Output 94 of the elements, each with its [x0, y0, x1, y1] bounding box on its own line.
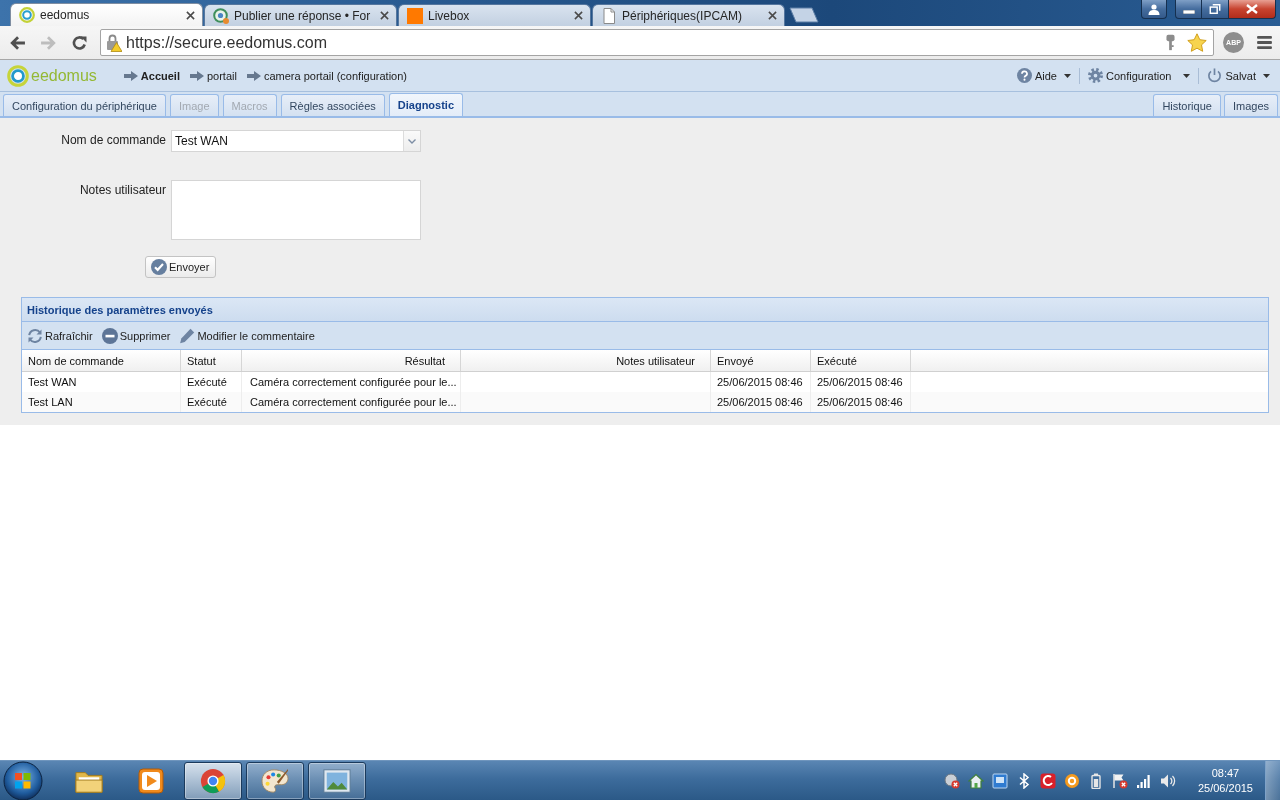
restore-icon	[1209, 4, 1221, 14]
clock-date[interactable]: 25/06/2015	[1197, 780, 1253, 796]
tab[interactable]: Historique	[1153, 94, 1221, 116]
menu-icon[interactable]	[1257, 36, 1272, 49]
caret-icon	[1064, 73, 1071, 78]
notes-field[interactable]	[171, 180, 421, 240]
taskbar-app-button[interactable]	[246, 761, 304, 800]
breadcrumb-link[interactable]: portail	[206, 69, 237, 82]
play-icon	[137, 767, 165, 794]
taskbar-app-button[interactable]	[184, 761, 242, 800]
menu-button[interactable]: Salvat	[1207, 68, 1270, 83]
check-icon	[151, 259, 167, 275]
close-icon[interactable]	[380, 11, 389, 20]
arrow-icon	[246, 70, 261, 81]
help-icon	[1016, 68, 1032, 83]
reload-icon[interactable]	[71, 34, 88, 51]
x-badge-icon[interactable]	[943, 772, 960, 789]
toolbar-button[interactable]: Modifier le commentaire	[179, 327, 315, 344]
table-cell: 25/06/2015 08:46	[811, 392, 911, 412]
square-icon	[407, 7, 423, 24]
close-icon[interactable]	[186, 10, 195, 20]
refresh-icon	[27, 327, 43, 344]
pencil-icon	[179, 327, 196, 344]
logo-wordmark: eedomus	[31, 66, 97, 85]
breadcrumb-link[interactable]: Accueil	[140, 69, 180, 82]
chevron-icon	[408, 138, 416, 144]
column-header[interactable]: Nom de commande	[22, 350, 181, 371]
address-bar[interactable]: https://secure.eedomus.com	[100, 29, 1214, 56]
key-icon[interactable]	[1166, 34, 1175, 51]
table-cell: Test LAN	[22, 392, 181, 412]
flag-icon[interactable]	[1111, 772, 1128, 789]
signal-icon[interactable]	[1135, 772, 1152, 789]
ring-badge-icon	[213, 7, 229, 24]
settings-icon	[1088, 68, 1103, 83]
arrow-icon	[123, 70, 138, 81]
column-header[interactable]: Notes utilisateur	[461, 350, 711, 371]
close-icon	[1246, 4, 1258, 14]
palette-icon	[261, 767, 289, 794]
toolbar-button[interactable]: Supprimer	[101, 327, 171, 344]
star-icon[interactable]	[1187, 33, 1207, 52]
arrow-icon	[189, 70, 204, 81]
table-row[interactable]: Test LAN Exécuté Caméra correctement configurée pour le... 25/06/2015 08:46 25/06/2015 08:46	[22, 392, 1268, 412]
command-select[interactable]: Test WAN	[171, 130, 421, 152]
browser-tab[interactable]: Publier une réponse • For	[204, 4, 397, 26]
browser-icon	[199, 767, 227, 794]
tab[interactable]: Configuration du périphérique	[3, 94, 166, 116]
close-icon[interactable]	[768, 11, 777, 20]
screen-icon[interactable]	[991, 772, 1008, 789]
taskbar-app-button[interactable]	[308, 761, 366, 800]
ring-icon[interactable]	[1063, 772, 1080, 789]
minimize-button[interactable]	[1175, 0, 1202, 19]
lock-warning-icon	[106, 33, 122, 52]
back-icon[interactable]	[9, 34, 26, 51]
tab[interactable]: Diagnostic	[388, 93, 464, 116]
logo-ring-icon	[7, 64, 29, 87]
speaker-icon[interactable]	[1159, 772, 1176, 789]
toolbar-button[interactable]: Rafraîchir	[27, 327, 93, 344]
column-header[interactable]: Résultat	[242, 350, 461, 371]
picture-icon	[323, 767, 351, 794]
restore-button[interactable]	[1202, 0, 1229, 19]
panel-title: Historique des paramètres envoyés	[27, 303, 213, 316]
caret-icon	[1183, 73, 1191, 78]
start-button[interactable]	[3, 760, 43, 800]
table-cell: Exécuté	[181, 392, 242, 412]
table-cell: Caméra correctement configurée pour le...	[242, 392, 461, 412]
window-close-button[interactable]	[1229, 0, 1276, 19]
browser-tab[interactable]: Livebox	[398, 4, 591, 26]
field-label: Nom de commande	[60, 132, 167, 147]
menu-button[interactable]: Aide	[1016, 68, 1071, 83]
minus-circle-icon	[101, 327, 118, 344]
new-tab-button[interactable]	[789, 7, 819, 23]
column-header[interactable]: Envoyé	[711, 350, 811, 371]
close-icon[interactable]	[574, 11, 583, 20]
caret-icon	[1263, 73, 1270, 78]
menu-button[interactable]: Configuration	[1088, 68, 1191, 83]
page-icon	[601, 7, 617, 24]
tab[interactable]: Règles associées	[280, 94, 385, 116]
person-icon	[1148, 3, 1160, 15]
field-label: Notes utilisateur	[78, 182, 167, 197]
house-icon[interactable]	[967, 772, 984, 789]
power-icon	[1207, 68, 1223, 83]
send-button[interactable]: Envoyer	[145, 256, 217, 278]
breadcrumb-link[interactable]: camera portail (configuration)	[263, 69, 407, 82]
arc-tile-icon[interactable]	[1039, 772, 1056, 789]
column-header[interactable]: Statut	[181, 350, 242, 371]
user-button[interactable]	[1141, 0, 1167, 19]
tab[interactable]: Images	[1223, 94, 1278, 116]
minimize-icon	[1182, 10, 1195, 14]
column-header[interactable]: Exécuté	[811, 350, 911, 371]
clock-time[interactable]: 08:47	[1211, 765, 1240, 781]
ring-icon	[19, 7, 35, 23]
browser-tab[interactable]: Périphériques(IPCAM)	[592, 4, 785, 26]
browser-tab[interactable]: eedomus	[10, 3, 203, 26]
table-cell: 25/06/2015 08:46	[711, 392, 811, 412]
